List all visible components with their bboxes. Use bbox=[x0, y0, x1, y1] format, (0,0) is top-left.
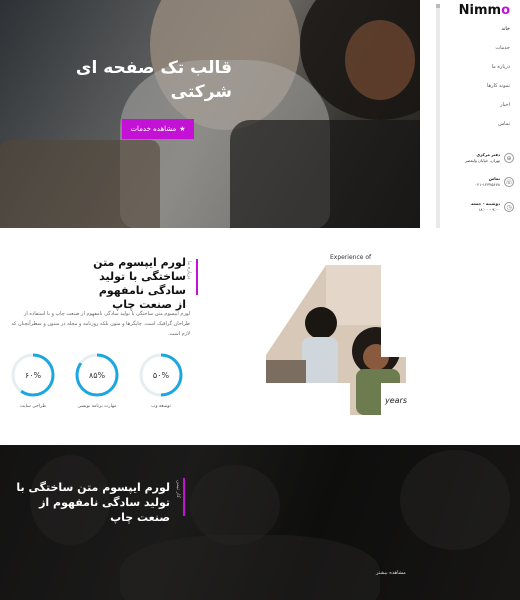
skill-ring-chart: ۸۵% bbox=[75, 353, 119, 397]
view-services-label: مشاهده خدمات bbox=[130, 125, 177, 133]
nav-item-contact[interactable]: تماس bbox=[487, 121, 510, 127]
contact-hours-text: ۹:۰۰ - ۱۸:۰۰ bbox=[478, 207, 500, 212]
skill-ring-chart: ۶۰% bbox=[11, 353, 55, 397]
skill-ring-chart: ۵۰% bbox=[139, 353, 183, 397]
skills-list: ۶۰% طراحی سایت ۸۵% مهارت برنامه نویسی ۵۰… bbox=[10, 352, 184, 409]
view-services-button[interactable]: ★ مشاهده خدمات bbox=[122, 119, 194, 139]
nav-item-home[interactable]: خانه bbox=[487, 26, 510, 32]
experience-title: Experience of bbox=[330, 254, 372, 261]
skill-value: ۶۰% bbox=[25, 371, 42, 380]
about-text: لورم ایپسوم متن ساختگی با تولید سادگی نا… bbox=[11, 311, 190, 337]
skill-item: ۶۰% طراحی سایت bbox=[10, 352, 56, 409]
contact-phone: ☏ تماس ۰۲۱-۱۲۳۴۵۶۷۸ bbox=[444, 176, 514, 188]
about-title: لورم ایپسوم متن ساختگی با تولید سادگی نا… bbox=[93, 256, 186, 311]
team-title: لورم ایپسوم متن ساختگی با تولید سادگی نا… bbox=[16, 481, 170, 524]
skill-label: طراحی سایت bbox=[19, 404, 47, 409]
clock-icon: ◷ bbox=[504, 202, 514, 212]
contact-address: ⊕ دفتر مرکزی تهران، خیابان ولیعصر bbox=[444, 152, 514, 164]
about-section: درباره ما لورم ایپسوم متن ساختگی با تولی… bbox=[0, 228, 520, 445]
globe-icon: ⊕ bbox=[504, 153, 514, 163]
logo-text: Nimm bbox=[458, 3, 502, 18]
contact-phone-text: ۰۲۱-۱۲۳۴۵۶۷۸ bbox=[474, 182, 500, 187]
nav-item-about[interactable]: درباره ما bbox=[487, 64, 510, 70]
hero-overlay bbox=[0, 0, 420, 228]
skill-label: توسعه وب bbox=[151, 404, 171, 409]
skill-value: ۸۵% bbox=[89, 371, 106, 380]
skill-item: ۸۵% مهارت برنامه نویسی bbox=[74, 352, 120, 409]
skill-item: ۵۰% توسعه وب bbox=[138, 352, 184, 409]
nav-item-portfolio[interactable]: نمونه کارها bbox=[487, 83, 510, 89]
nav-item-news[interactable]: اخبار bbox=[487, 102, 510, 108]
contact-hours: ◷ دوشنبه - جمعه ۹:۰۰ - ۱۸:۰۰ bbox=[444, 201, 514, 213]
about-label: درباره ما bbox=[186, 259, 198, 295]
phone-icon: ☏ bbox=[504, 177, 514, 187]
hero-section: قالب تک صفحه ای شرکتی ★ مشاهده خدمات bbox=[0, 0, 420, 228]
view-more-link[interactable]: مشاهده بیشتر bbox=[376, 570, 406, 576]
star-icon: ★ bbox=[179, 125, 186, 133]
skill-label: مهارت برنامه نویسی bbox=[77, 404, 117, 409]
team-label: کار تیمی bbox=[175, 478, 185, 516]
team-label-text: کار تیمی bbox=[175, 480, 181, 498]
team-section: کار تیمی لورم ایپسوم متن ساختگی با تولید… bbox=[0, 445, 520, 600]
hero-title: قالب تک صفحه ای شرکتی bbox=[75, 58, 232, 102]
logo[interactable]: Nimmo bbox=[459, 3, 510, 18]
scroll-up-arrow-icon[interactable] bbox=[436, 4, 440, 8]
contact-address-text: تهران، خیابان ولیعصر bbox=[464, 158, 500, 163]
nav-menu: خانه خدمات درباره ما نمونه کارها اخبار ت… bbox=[487, 26, 510, 140]
about-label-text: درباره ما bbox=[186, 261, 192, 280]
experience-unit: years bbox=[385, 396, 408, 405]
side-navigation: Nimmo خانه خدمات درباره ما نمونه کارها ا… bbox=[420, 0, 520, 262]
page: قالب تک صفحه ای شرکتی ★ مشاهده خدمات Nim… bbox=[0, 0, 520, 600]
scrollbar[interactable] bbox=[436, 6, 440, 250]
experience-number-graphic: 4 bbox=[266, 265, 406, 415]
nav-item-services[interactable]: خدمات bbox=[487, 45, 510, 51]
skill-value: ۵۰% bbox=[153, 371, 170, 380]
logo-dot: o bbox=[501, 3, 510, 18]
